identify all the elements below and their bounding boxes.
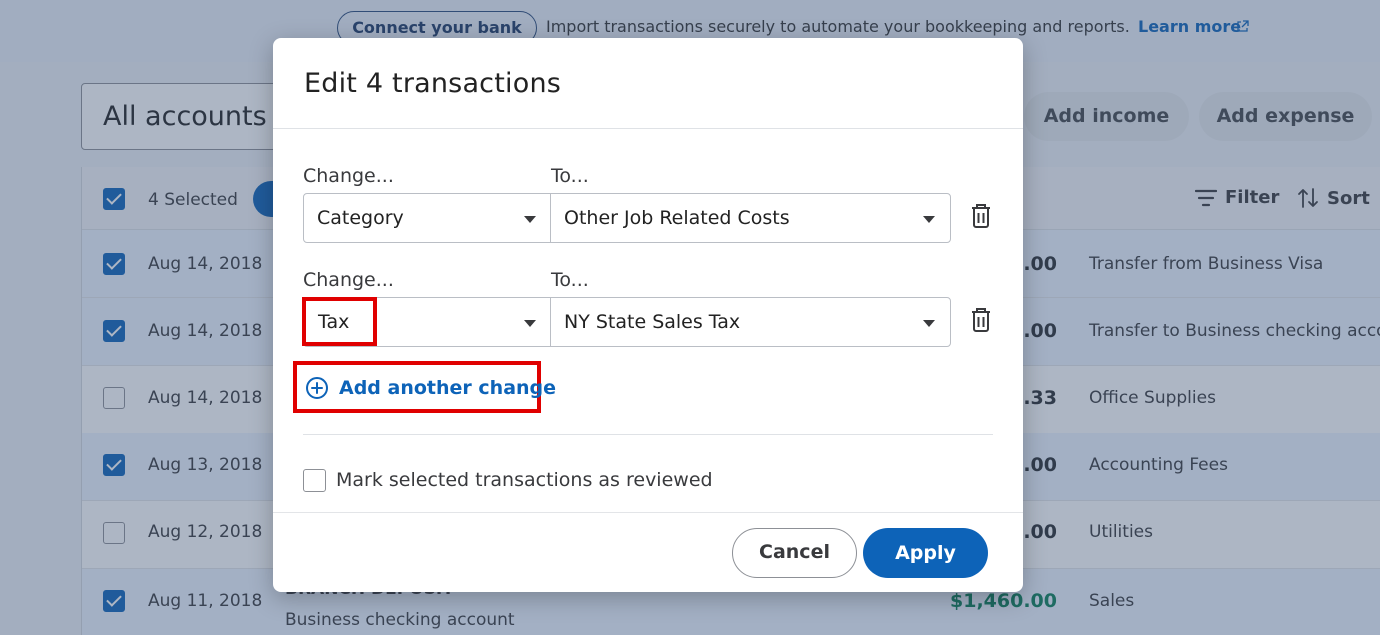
apply-button[interactable]: Apply bbox=[863, 528, 988, 578]
chevron-down-icon bbox=[524, 216, 536, 223]
chevron-down-icon bbox=[524, 320, 536, 327]
trash-icon[interactable] bbox=[970, 308, 992, 332]
change-value-text: NY State Sales Tax bbox=[564, 311, 741, 333]
change-field-value: Tax bbox=[318, 311, 350, 333]
mark-reviewed-checkbox[interactable] bbox=[303, 469, 326, 492]
chevron-down-icon bbox=[923, 320, 935, 327]
change-field-select[interactable]: Category bbox=[303, 193, 551, 243]
change-field-value: Category bbox=[317, 207, 404, 229]
mark-reviewed-label: Mark selected transactions as reviewed bbox=[336, 469, 713, 491]
divider bbox=[273, 128, 1023, 129]
to-label: To... bbox=[551, 165, 589, 187]
add-another-change-button[interactable]: Add another change bbox=[293, 361, 556, 413]
plus-circle-icon bbox=[306, 377, 328, 399]
trash-icon[interactable] bbox=[970, 204, 992, 228]
change-label: Change... bbox=[303, 269, 394, 291]
to-label: To... bbox=[551, 269, 589, 291]
add-another-change-label: Add another change bbox=[339, 377, 557, 399]
change-label: Change... bbox=[303, 165, 394, 187]
divider bbox=[303, 434, 993, 435]
change-value-select[interactable]: NY State Sales Tax bbox=[550, 297, 951, 347]
dialog-title: Edit 4 transactions bbox=[304, 68, 562, 99]
change-value-text: Other Job Related Costs bbox=[564, 207, 790, 229]
change-value-select[interactable]: Other Job Related Costs bbox=[550, 193, 951, 243]
cancel-button[interactable]: Cancel bbox=[732, 528, 857, 578]
chevron-down-icon bbox=[923, 216, 935, 223]
edit-transactions-dialog: Edit 4 transactions Change... To... Cate… bbox=[273, 38, 1023, 592]
divider bbox=[273, 512, 1023, 513]
